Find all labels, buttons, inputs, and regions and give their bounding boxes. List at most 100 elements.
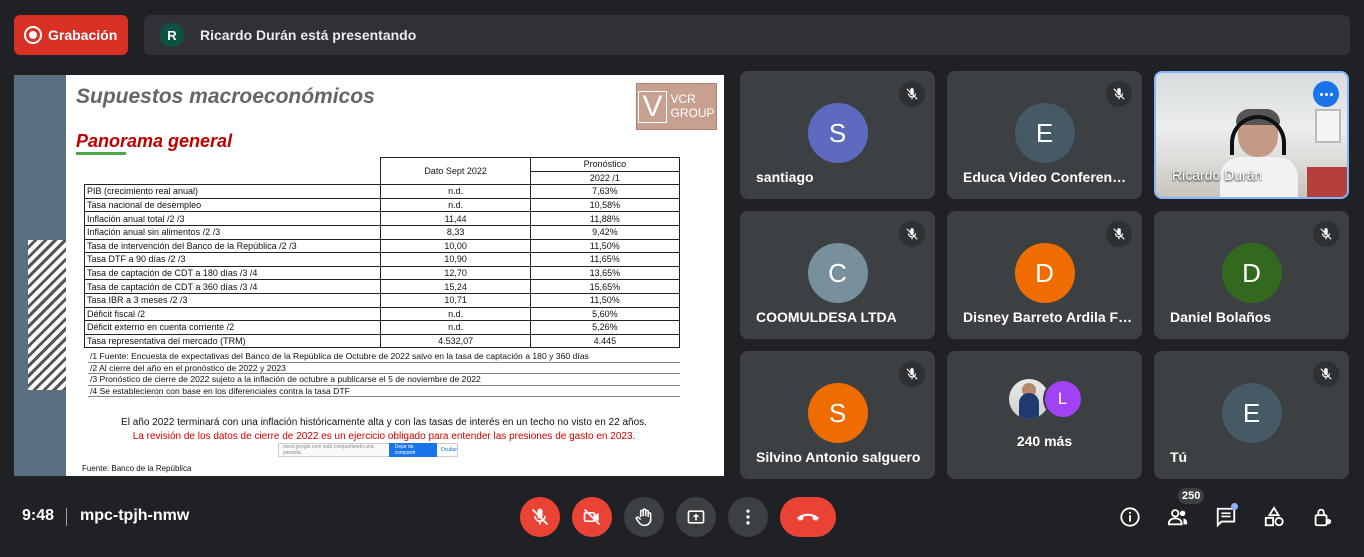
- row-dato: 11,44: [380, 211, 531, 226]
- row-dato: 10,90: [380, 252, 531, 267]
- table-row: Déficit externo en cuenta corriente /2 n.…: [83, 320, 681, 335]
- divider: [66, 508, 67, 526]
- participant-name: Disney Barreto Ardila Fonseca: [963, 309, 1133, 325]
- logo-line2: GROUP: [670, 105, 715, 120]
- conclusion-red-text: La revisión de los datos de cierre de 20…: [132, 431, 636, 442]
- vcr-group-logo: V VCR GROUP: [636, 83, 717, 130]
- mic-off-icon: [1313, 361, 1339, 387]
- sharing-notice-bar: meet.google.com está compartiendo una pa…: [278, 443, 458, 457]
- participant-tile[interactable]: S santiago: [740, 71, 935, 199]
- table-row: Tasa IBR a 3 meses /2 /3 10,71 11,50%: [83, 292, 681, 308]
- more-vert-icon: [746, 509, 750, 525]
- mic-off-icon: [1313, 221, 1339, 247]
- row-pronostico: 10,58%: [529, 197, 681, 213]
- people-count-badge: 250: [1178, 488, 1205, 504]
- more-options-button[interactable]: [728, 497, 768, 537]
- table-row: Inflación anual total /2 /3 11,44 11,88%: [83, 211, 681, 226]
- present-screen-button[interactable]: [676, 497, 716, 537]
- row-label: Tasa de captación de CDT a 180 días /3 /…: [83, 265, 382, 281]
- table-header-empty: [84, 157, 382, 186]
- row-pronostico: 11,50%: [529, 292, 681, 308]
- column-header-dato: Dato Sept 2022: [380, 156, 531, 186]
- hide-sharing-button[interactable]: Ocultar: [441, 447, 457, 453]
- meeting-details-button[interactable]: [1116, 503, 1144, 531]
- top-bar: Grabación R Ricardo Durán está presentan…: [14, 15, 1350, 55]
- column-header-pronostico-year: 2022 /1: [529, 170, 681, 186]
- table-row: Tasa representativa del mercado (TRM) 4.5…: [83, 333, 681, 349]
- record-icon: [24, 26, 42, 44]
- table-row: Tasa DTF a 90 días /2 /3 10,90 11,65%: [83, 252, 681, 267]
- activities-icon: [1264, 506, 1284, 527]
- row-pronostico: 11,50%: [529, 238, 681, 254]
- meeting-time: 9:48: [22, 507, 55, 524]
- row-label: Inflación anual sin alimentos /2 /3: [83, 224, 382, 240]
- row-dato: n.d.: [380, 197, 531, 213]
- row-label: Tasa representativa del mercado (TRM): [83, 333, 382, 349]
- note: /4 Se establecieron con base en los dife…: [88, 386, 680, 397]
- participant-tile[interactable]: S Silvino Antonio salguero: [740, 351, 935, 479]
- participant-name: santiago: [756, 169, 814, 185]
- hang-up-icon: [796, 513, 820, 521]
- row-dato: 8,33: [380, 224, 531, 240]
- stop-sharing-button[interactable]: Dejar de compartir: [388, 443, 437, 457]
- table-row: PIB (crecimiento real anual) n.d. 7,63%: [83, 184, 681, 199]
- participant-tile[interactable]: E Educa Video Conferencias: [947, 71, 1142, 199]
- participant-tile[interactable]: D Daniel Bolaños: [1154, 211, 1349, 339]
- table-notes: /1 Fuente: Encuesta de expectativas del …: [88, 351, 680, 397]
- row-pronostico: 11,88%: [529, 211, 681, 226]
- others-count-label: 240 más: [1016, 433, 1073, 449]
- others-avatars: L: [1008, 379, 1089, 419]
- video-background-object: [1307, 167, 1347, 197]
- row-label: Inflación anual total /2 /3: [83, 211, 382, 226]
- note: /1 Fuente: Encuesta de expectativas del …: [88, 351, 680, 363]
- row-label: Déficit externo en cuenta corriente /2: [83, 320, 382, 335]
- camera-toggle-button[interactable]: [572, 497, 612, 537]
- mic-off-icon: [899, 81, 925, 107]
- people-button[interactable]: [1164, 503, 1192, 531]
- others-tile[interactable]: L 240 más: [947, 351, 1142, 479]
- table-row: Tasa de captación de CDT a 360 días /3 /…: [83, 279, 681, 294]
- participant-avatar: L: [1042, 379, 1083, 419]
- row-dato: 10,71: [380, 292, 531, 308]
- macro-table: Dato Sept 2022 Pronóstico 2022 /1 PIB (c…: [83, 156, 681, 349]
- row-label: Tasa de intervención del Banco de la Rep…: [83, 238, 382, 254]
- column-header-pronostico: Pronóstico: [529, 157, 681, 172]
- table-row: Tasa de intervención del Banco de la Rep…: [83, 238, 681, 254]
- presenter-video-tile[interactable]: Ricardo Durán: [1154, 71, 1349, 199]
- presenting-banner: R Ricardo Durán está presentando: [144, 15, 1350, 55]
- mic-off-icon: [531, 508, 549, 526]
- chat-notification-dot: [1231, 503, 1238, 510]
- row-pronostico: 13,65%: [529, 265, 681, 281]
- participant-name: Educa Video Conferencias: [963, 169, 1133, 185]
- more-options-icon[interactable]: [1313, 81, 1339, 107]
- recording-indicator[interactable]: Grabación: [14, 15, 128, 55]
- info-icon: [1120, 507, 1140, 527]
- presenter-avatar: R: [160, 23, 184, 47]
- participant-tile[interactable]: C COOMULDESA LTDA: [740, 211, 935, 339]
- self-tile[interactable]: E Tú: [1154, 351, 1349, 479]
- table-row: Déficit fiscal /2 n.d. 5,60%: [83, 306, 681, 322]
- participant-name: Daniel Bolaños: [1170, 309, 1272, 325]
- participant-avatar: C: [807, 243, 868, 303]
- subtitle-underline: [76, 152, 126, 155]
- participant-avatar: D: [1014, 243, 1075, 303]
- table-row: Inflación anual sin alimentos /2 /3 8,33 9…: [83, 224, 681, 240]
- raise-hand-button[interactable]: [624, 497, 664, 537]
- meeting-code: mpc-tpjh-nmw: [80, 507, 190, 524]
- leave-call-button[interactable]: [780, 497, 836, 537]
- slide-title: Supuestos macroeconómicos: [76, 85, 375, 108]
- hand-icon: [635, 508, 652, 527]
- sharing-notice-text: meet.google.com está compartiendo una pa…: [283, 444, 374, 456]
- mic-off-icon: [1106, 221, 1132, 247]
- activities-button[interactable]: [1260, 503, 1288, 531]
- host-controls-button[interactable]: [1308, 503, 1336, 531]
- participant-tile[interactable]: D Disney Barreto Ardila Fonseca: [947, 211, 1142, 339]
- row-dato: 12,70: [380, 265, 531, 281]
- participant-avatar: E: [1014, 103, 1075, 163]
- microphone-toggle-button[interactable]: [520, 497, 560, 537]
- participant-avatar: E: [1221, 383, 1282, 443]
- row-pronostico: 9,42%: [529, 224, 681, 240]
- slide-hatch-decoration: [28, 240, 66, 390]
- participant-avatar: S: [807, 103, 868, 163]
- slide-subtitle: Panorama general: [76, 131, 233, 151]
